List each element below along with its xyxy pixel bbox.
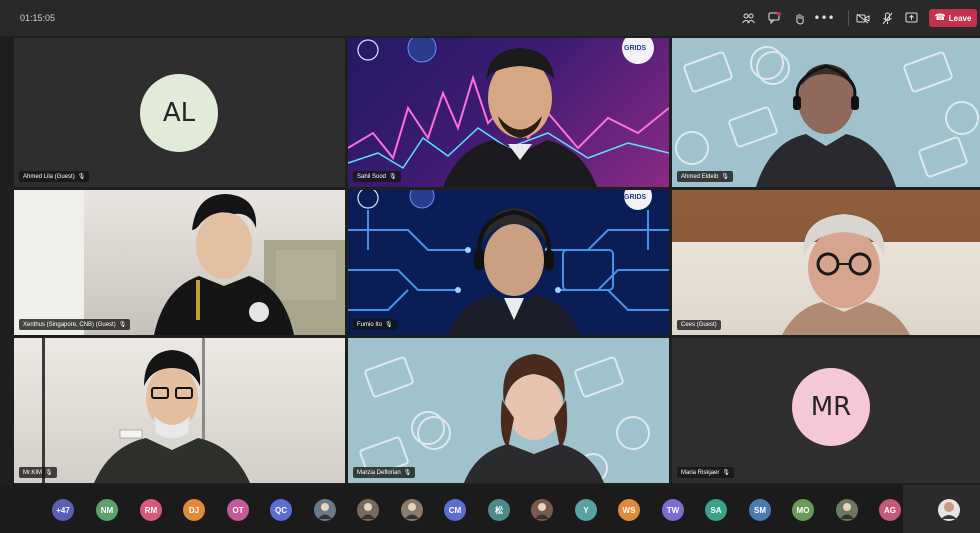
participant-photo-avatar[interactable] — [401, 499, 423, 521]
participant-name-tag: Marzia Deflorian 🎙 — [353, 467, 416, 478]
meeting-timer: 01:15:05 — [20, 13, 56, 23]
mic-off-icon: 🎙 — [45, 469, 53, 476]
grids-logo: GRIDS — [624, 194, 647, 201]
participant-photo-avatar[interactable] — [531, 499, 553, 521]
person-icon — [535, 503, 549, 519]
raise-hand-icon[interactable] — [792, 10, 808, 26]
leave-label: Leave — [948, 13, 972, 23]
money-pattern-background — [359, 354, 650, 483]
participant-name: Xenthus (Singapore, CNB) (Guest) — [23, 321, 116, 328]
mic-off-icon: 🎙 — [722, 469, 730, 476]
office-background — [42, 338, 250, 483]
video-tile-sahil-sood[interactable]: GRIDS Sahil Sood 🎙 — [348, 38, 669, 187]
self-view-tile[interactable] — [903, 485, 980, 533]
participant-avatar[interactable]: AG — [879, 499, 901, 521]
participant-avatar[interactable]: 松 — [488, 499, 510, 521]
participant-avatar[interactable]: NM — [96, 499, 118, 521]
person-icon — [405, 503, 419, 519]
participant-name-tag: Sahil Sood 🎙 — [353, 171, 401, 182]
person-icon — [840, 503, 854, 519]
chat-icon[interactable] — [766, 10, 782, 26]
camera-off-icon[interactable] — [855, 10, 871, 26]
mic-off-icon: 🎙 — [77, 173, 86, 180]
video-tile-xenthus[interactable]: Xenthus (Singapore, CNB) (Guest) 🎙 — [14, 190, 345, 335]
participant-name-tag: Maria Riskjaer 🎙 — [677, 467, 734, 478]
self-view-avatar — [938, 499, 960, 521]
video-tile-fumio-ito[interactable]: GRIDS Fumio Ito 🎙 — [348, 190, 669, 335]
participant-name: Cees (Guest) — [681, 322, 717, 328]
person-icon — [361, 503, 375, 519]
participant-avatar[interactable]: TW — [662, 499, 684, 521]
person-icon — [318, 503, 332, 519]
participant-photo-avatar[interactable] — [314, 499, 336, 521]
video-tile-marzia-deflorian[interactable]: Marzia Deflorian 🎙 — [348, 338, 669, 483]
avatar-initials-mr: MR — [792, 368, 870, 446]
participant-name-tag: Fumio Ito 🎙 — [353, 319, 397, 330]
participant-name-tag: Xenthus (Singapore, CNB) (Guest) 🎙 — [19, 319, 131, 330]
participant-avatar[interactable]: SA — [705, 499, 727, 521]
people-icon[interactable] — [740, 10, 756, 26]
participant-name: Fumio Ito — [357, 321, 383, 328]
participant-photo-avatar[interactable] — [836, 499, 858, 521]
video-tile-mr-kim[interactable]: Mr.KIM 🎙 — [14, 338, 345, 483]
mic-off-icon: 🎙 — [385, 321, 393, 328]
mic-off-icon: 🎙 — [403, 469, 412, 476]
participant-avatar[interactable]: WS — [618, 499, 640, 521]
wall-background — [782, 214, 910, 335]
grids-logo: GRIDS — [624, 45, 647, 52]
video-tile-ahmed-lila[interactable]: AL Ahmed Lila (Guest) 🎙 — [14, 38, 345, 187]
participant-avatar[interactable]: MO — [792, 499, 814, 521]
share-icon[interactable] — [903, 10, 919, 26]
phone-icon: ☎ — [934, 13, 946, 23]
participant-name-tag: Ahmed Lila (Guest) 🎙 — [19, 171, 90, 182]
participant-avatar[interactable]: CM — [444, 499, 466, 521]
participant-name: Sahil Sood — [357, 173, 387, 180]
participant-name: Ahmed Lila (Guest) — [23, 173, 75, 180]
room-background — [14, 190, 345, 335]
participant-name: Ahmed Eldeib — [681, 173, 719, 180]
overflow-count-badge[interactable]: +47 — [52, 499, 74, 521]
money-pattern-background — [675, 46, 979, 187]
participant-avatar[interactable]: QC — [270, 499, 292, 521]
mic-off-icon: 🎙 — [118, 321, 127, 328]
participant-name-tag: Ahmed Eldeib 🎙 — [677, 171, 733, 182]
participant-name: Mr.KIM — [23, 469, 42, 476]
more-icon[interactable]: ••• — [813, 10, 834, 26]
leave-button[interactable]: ☎ Leave — [929, 9, 977, 27]
participant-name: Marzia Deflorian — [357, 469, 401, 476]
participant-avatar[interactable]: SM — [749, 499, 771, 521]
mic-off-icon[interactable] — [879, 10, 895, 26]
video-tile-cees[interactable]: Cees (Guest) — [672, 190, 980, 335]
mic-off-icon: 🎙 — [389, 173, 397, 180]
participant-name-tag: Cees (Guest) — [677, 320, 721, 330]
video-tile-ahmed-eldeib[interactable]: Ahmed Eldeib 🎙 — [672, 38, 980, 187]
circuit-background: GRIDS — [348, 190, 669, 335]
participant-strip: +47 NM RM DJ OT QC CM 松 Y WS TW SA SM MO AG — [0, 485, 980, 533]
participant-name-tag: Mr.KIM 🎙 — [19, 467, 57, 478]
toolbar-divider — [848, 10, 849, 26]
participant-avatar[interactable]: Y — [575, 499, 597, 521]
participant-name: Maria Riskjaer — [681, 469, 720, 476]
participant-avatar[interactable]: DJ — [183, 499, 205, 521]
participant-photo-avatar[interactable] — [357, 499, 379, 521]
mic-off-icon: 🎙 — [721, 173, 729, 180]
avatar-initials-al: AL — [140, 74, 218, 152]
participant-avatar[interactable]: RM — [140, 499, 162, 521]
meeting-toolbar: 01:15:05 ••• ☎ Leave — [0, 0, 980, 36]
participant-avatar[interactable]: OT — [227, 499, 249, 521]
video-tile-maria-riskjaer[interactable]: MR Maria Riskjaer 🎙 — [672, 338, 980, 483]
stock-chart-background: GRIDS — [348, 38, 669, 187]
